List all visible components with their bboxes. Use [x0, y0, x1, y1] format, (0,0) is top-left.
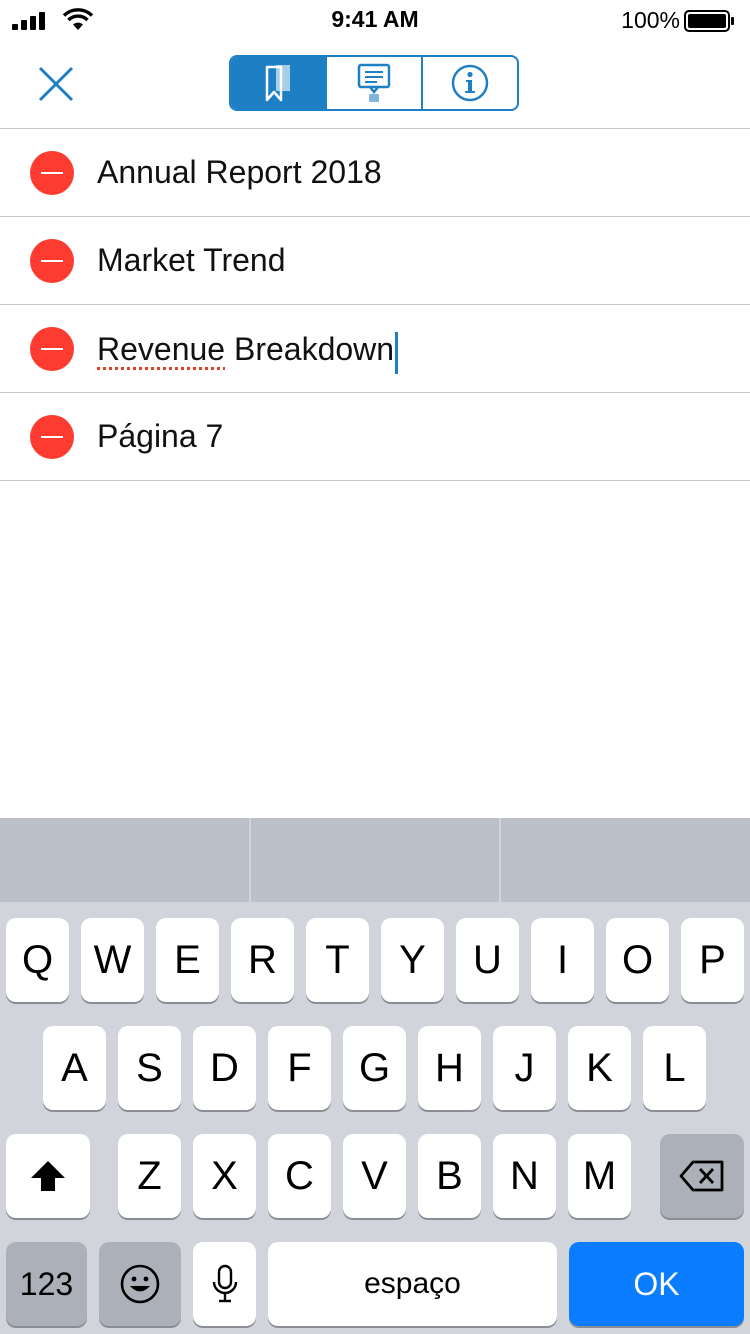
info-icon	[451, 64, 489, 102]
suggestion-slot[interactable]	[0, 818, 249, 902]
delete-button[interactable]	[30, 415, 74, 459]
comment-icon	[357, 63, 391, 102]
key-u[interactable]: U	[456, 918, 519, 1002]
text-cursor	[395, 331, 399, 374]
misspelled-word: Revenue	[97, 331, 226, 367]
key-f[interactable]: F	[268, 1026, 331, 1110]
key-b[interactable]: B	[418, 1134, 481, 1218]
key-j[interactable]: J	[493, 1026, 556, 1110]
microphone-icon	[212, 1264, 237, 1303]
key-o[interactable]: O	[606, 918, 669, 1002]
key-s[interactable]: S	[118, 1026, 181, 1110]
delete-button[interactable]	[30, 239, 74, 283]
status-bar: 9:41 AM 100%	[0, 0, 750, 40]
close-button[interactable]	[34, 62, 78, 106]
navigation-bar	[0, 40, 750, 129]
tab-comments[interactable]	[325, 57, 421, 109]
backspace-key[interactable]	[660, 1134, 744, 1218]
key-m[interactable]: M	[568, 1134, 631, 1218]
delete-button[interactable]	[30, 151, 74, 195]
return-key[interactable]: OK	[569, 1242, 744, 1326]
key-k[interactable]: K	[568, 1026, 631, 1110]
bookmark-row-editing[interactable]: Revenue Breakdown	[0, 305, 750, 393]
space-key[interactable]: espaço	[268, 1242, 557, 1326]
battery-percentage: 100%	[621, 7, 680, 33]
suggestion-slot[interactable]	[499, 818, 750, 902]
backspace-icon	[679, 1160, 724, 1192]
key-y[interactable]: Y	[381, 918, 444, 1002]
key-p[interactable]: P	[681, 918, 744, 1002]
suggestion-bar	[0, 818, 750, 902]
key-h[interactable]: H	[418, 1026, 481, 1110]
key-t[interactable]: T	[306, 918, 369, 1002]
bookmark-row[interactable]: Annual Report 2018	[0, 129, 750, 217]
bookmark-title: Market Trend	[97, 242, 286, 278]
bookmark-title-input[interactable]: Revenue Breakdown	[97, 329, 717, 374]
key-w[interactable]: W	[81, 918, 144, 1002]
bookmark-title: Annual Report 2018	[97, 154, 382, 190]
numbers-key[interactable]: 123	[6, 1242, 87, 1326]
bookmark-icon	[265, 65, 290, 102]
bookmark-row[interactable]: Página 7	[0, 393, 750, 481]
bookmark-title: Página 7	[97, 418, 224, 454]
suggestion-slot[interactable]	[248, 818, 500, 902]
key-d[interactable]: D	[193, 1026, 256, 1110]
key-r[interactable]: R	[231, 918, 294, 1002]
close-icon	[38, 66, 74, 102]
view-segmented-control	[229, 55, 519, 111]
key-q[interactable]: Q	[6, 918, 69, 1002]
shift-key[interactable]	[6, 1134, 90, 1218]
emoji-icon	[120, 1264, 160, 1304]
bookmark-row[interactable]: Market Trend	[0, 217, 750, 305]
key-g[interactable]: G	[343, 1026, 406, 1110]
key-c[interactable]: C	[268, 1134, 331, 1218]
keyboard: Q W E R T Y U I O P A S D F G H J K L Z …	[0, 818, 750, 1334]
tab-info[interactable]	[421, 57, 517, 109]
key-z[interactable]: Z	[118, 1134, 181, 1218]
key-l[interactable]: L	[643, 1026, 706, 1110]
key-n[interactable]: N	[493, 1134, 556, 1218]
key-i[interactable]: I	[531, 918, 594, 1002]
bookmark-title-rest: Breakdown	[225, 331, 395, 367]
delete-button[interactable]	[30, 327, 74, 371]
key-e[interactable]: E	[156, 918, 219, 1002]
dictation-key[interactable]	[193, 1242, 256, 1326]
tab-bookmarks[interactable]	[231, 57, 325, 109]
key-v[interactable]: V	[343, 1134, 406, 1218]
key-a[interactable]: A	[43, 1026, 106, 1110]
emoji-key[interactable]	[99, 1242, 181, 1326]
battery-icon	[684, 10, 734, 32]
shift-icon	[31, 1161, 65, 1191]
bookmark-list: Annual Report 2018 Market Trend Revenue …	[0, 129, 750, 481]
key-x[interactable]: X	[193, 1134, 256, 1218]
